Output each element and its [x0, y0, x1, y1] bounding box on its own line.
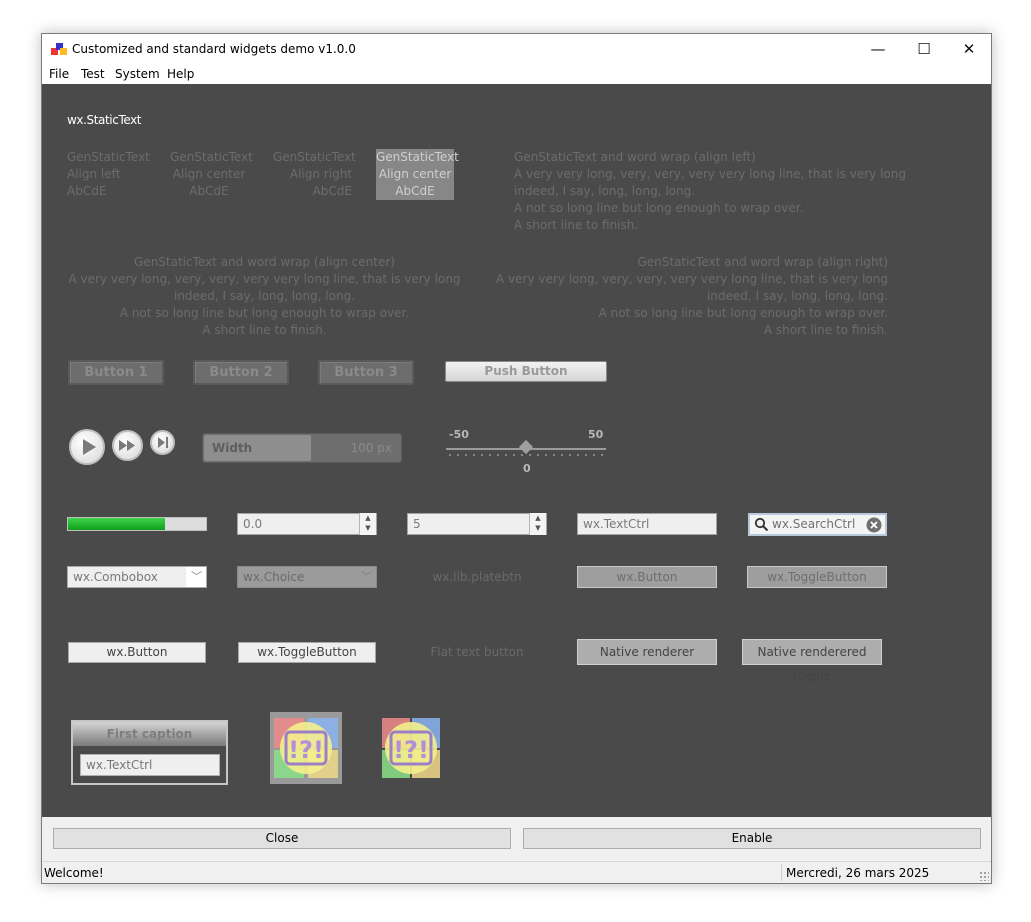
menu-file[interactable]: File [49, 67, 69, 81]
search-input[interactable]: wx.SearchCtrl [748, 513, 887, 536]
width-slider[interactable]: Width 100 px [202, 433, 402, 463]
float-spin-input[interactable]: 0.0 ▲ ▼ [237, 513, 377, 535]
client-area: wx.StaticText GenStaticText Align left AbC… [42, 84, 991, 817]
minimize-button[interactable]: — [855, 34, 901, 64]
static-text: wx.StaticText [67, 113, 142, 127]
combobox[interactable]: wx.Combobox ﹀ [67, 566, 207, 588]
menu-system[interactable]: System [115, 67, 160, 81]
puzzle-icon: !?! [274, 718, 338, 778]
choice-select[interactable]: wx.Choice ﹀ [237, 566, 377, 588]
gen-static-right: GenStaticText Align right AbCdE [273, 150, 356, 198]
button-1[interactable]: Button 1 [68, 360, 164, 385]
text-input-value: wx.TextCtrl [583, 517, 650, 531]
status-date: Mercredi, 26 mars 2025 [786, 866, 930, 880]
wx-button[interactable]: wx.Button [68, 642, 206, 663]
fast-forward-button[interactable] [112, 430, 143, 461]
button-3[interactable]: Button 3 [318, 360, 414, 385]
int-spin-arrows[interactable]: ▲ ▼ [529, 513, 546, 535]
puzzle-icon: !?! [382, 718, 440, 778]
search-text: wx.SearchCtrl [772, 517, 856, 531]
wx-toggle-button[interactable]: wx.ToggleButton [238, 642, 376, 663]
status-bar: Welcome! Mercredi, 26 mars 2025 [42, 861, 991, 883]
progress-gauge [67, 517, 207, 531]
chevron-down-icon: ﹀ [361, 570, 372, 583]
status-separator [781, 864, 782, 881]
slider-thumb[interactable] [518, 439, 534, 455]
chevron-down-icon[interactable]: ﹀ [191, 567, 202, 587]
choice-value: wx.Choice [243, 570, 305, 584]
native-renderer-toggle[interactable]: Native renderered toggle [742, 639, 882, 683]
int-spin-input[interactable]: 5 ▲ ▼ [407, 513, 547, 535]
gen-static-center: GenStaticText Align center AbCdE [170, 150, 253, 198]
menu-bar: File Test System Help [42, 64, 991, 84]
next-track-icon [158, 437, 168, 448]
bitmap-label: !?! [288, 736, 324, 764]
flat-text-button[interactable]: Flat text button [407, 644, 547, 661]
main-window: Customized and standard widgets demo v1.… [41, 33, 992, 884]
slider-min-label: -50 [449, 428, 469, 441]
progress-gauge-fill [68, 518, 165, 530]
bitmap-label: !?! [393, 736, 429, 764]
next-track-button[interactable] [150, 430, 175, 455]
caption-text-input[interactable]: wx.TextCtrl [80, 754, 220, 776]
wrap-left-text: GenStaticText and word wrap (align left)… [514, 150, 906, 232]
title-bar[interactable]: Customized and standard widgets demo v1.… [42, 34, 991, 64]
bottom-panel: Close Enable [42, 817, 991, 861]
play-button[interactable] [69, 429, 105, 465]
slider-max-label: 50 [588, 428, 604, 441]
width-slider-label: Width [212, 441, 253, 455]
wrap-right-text: GenStaticText and word wrap (align right… [496, 255, 888, 337]
fast-forward-icon [119, 440, 135, 451]
menu-test[interactable]: Test [81, 67, 105, 81]
combobox-value: wx.Combobox [68, 567, 186, 587]
play-icon [83, 439, 96, 455]
search-icon [754, 517, 769, 532]
float-spin-arrows[interactable]: ▲ ▼ [359, 513, 376, 535]
push-button[interactable]: Push Button [445, 361, 607, 382]
menu-help[interactable]: Help [167, 67, 194, 81]
plate-button[interactable]: wx.lib.platebtn [407, 569, 547, 586]
wx-toggle-button-disabled[interactable]: wx.ToggleButton [747, 566, 887, 588]
clear-search-icon[interactable] [866, 517, 882, 533]
text-input[interactable]: wx.TextCtrl [577, 513, 717, 535]
close-window-button[interactable]: ✕ [946, 34, 992, 64]
bitmap-image: !?! [374, 712, 446, 784]
float-spin-value: 0.0 [243, 517, 263, 531]
button-2[interactable]: Button 2 [193, 360, 289, 385]
caption-bar[interactable]: First caption [73, 722, 226, 746]
slider-value-label: 0 [523, 462, 531, 475]
width-slider-value: 100 px [350, 441, 392, 455]
wx-button-disabled[interactable]: wx.Button [577, 566, 717, 588]
gen-static-highlighted: GenStaticText Align center AbCdE [376, 149, 459, 200]
int-spin-value: 5 [413, 517, 421, 531]
native-renderer-button[interactable]: Native renderer [577, 639, 717, 665]
wrap-center-text: GenStaticText and word wrap (align cente… [68, 255, 461, 337]
window-title: Customized and standard widgets demo v1.… [72, 42, 356, 56]
resize-grip[interactable] [979, 871, 989, 881]
maximize-button[interactable]: ☐ [901, 34, 947, 64]
app-icon [51, 43, 67, 55]
enable-button[interactable]: Enable [523, 828, 981, 849]
caption-panel: First caption wx.TextCtrl [71, 720, 228, 785]
gen-static-left: GenStaticText Align left AbCdE [67, 150, 150, 198]
status-message: Welcome! [44, 866, 104, 880]
close-button[interactable]: Close [53, 828, 511, 849]
bitmap-button[interactable]: !?! [270, 712, 342, 784]
slider-ticks [446, 454, 608, 456]
